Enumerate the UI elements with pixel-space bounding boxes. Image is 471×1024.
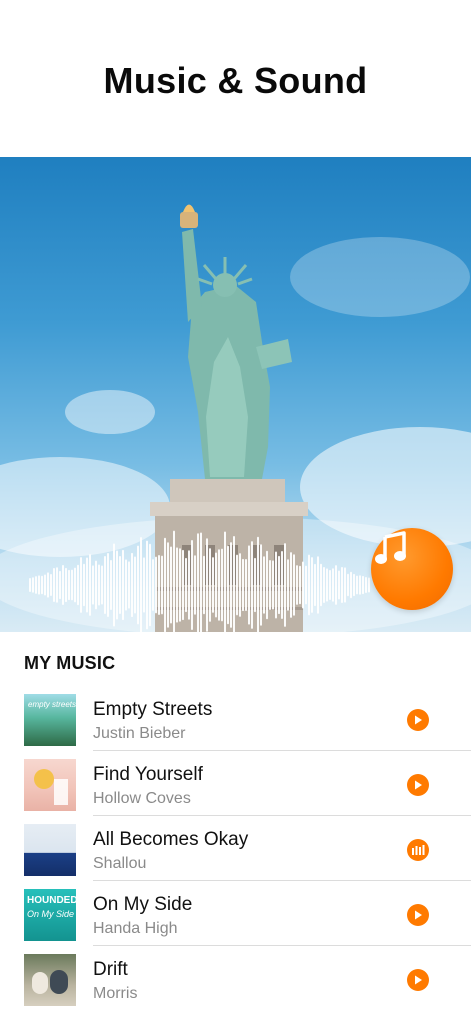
album-cover: HOUNDED On My Side bbox=[24, 889, 76, 941]
play-icon bbox=[415, 715, 422, 725]
music-note-icon bbox=[375, 531, 406, 564]
play-button[interactable] bbox=[407, 904, 429, 926]
track-title: Drift bbox=[93, 959, 128, 980]
play-icon bbox=[415, 910, 422, 920]
album-cover bbox=[24, 759, 76, 811]
album-cover bbox=[24, 954, 76, 1006]
track-artist: Morris bbox=[93, 985, 138, 1002]
track-row[interactable]: empty streets Empty Streets Justin Biebe… bbox=[0, 685, 471, 751]
hero-image bbox=[0, 157, 471, 632]
track-title: All Becomes Okay bbox=[93, 829, 249, 850]
track-artist: Hollow Coves bbox=[93, 790, 191, 807]
page-title: Music & Sound bbox=[103, 60, 368, 101]
now-playing-button[interactable] bbox=[407, 839, 429, 861]
track-title: Find Yourself bbox=[93, 764, 203, 785]
track-title: On My Side bbox=[93, 894, 193, 915]
play-button[interactable] bbox=[407, 774, 429, 796]
my-music-heading: MY MUSIC bbox=[24, 653, 116, 673]
equalizer-icon bbox=[412, 845, 425, 855]
track-title: Empty Streets bbox=[93, 699, 213, 720]
music-list: empty streets Empty Streets Justin Biebe… bbox=[0, 685, 471, 1010]
track-row[interactable]: All Becomes Okay Shallou bbox=[0, 815, 471, 881]
track-artist: Shallou bbox=[93, 855, 147, 872]
play-icon bbox=[415, 780, 422, 790]
track-row[interactable]: Find Yourself Hollow Coves bbox=[0, 750, 471, 816]
album-cover: empty streets bbox=[24, 694, 76, 746]
play-button[interactable] bbox=[407, 969, 429, 991]
play-icon bbox=[415, 975, 422, 985]
track-row[interactable]: HOUNDED On My Side On My Side Handa High bbox=[0, 880, 471, 946]
track-artist: Handa High bbox=[93, 920, 178, 937]
music-fab-button[interactable] bbox=[371, 528, 453, 610]
track-artist: Justin Bieber bbox=[93, 725, 186, 742]
album-cover bbox=[24, 824, 76, 876]
play-button[interactable] bbox=[407, 709, 429, 731]
track-row[interactable]: Drift Morris bbox=[0, 945, 471, 1010]
